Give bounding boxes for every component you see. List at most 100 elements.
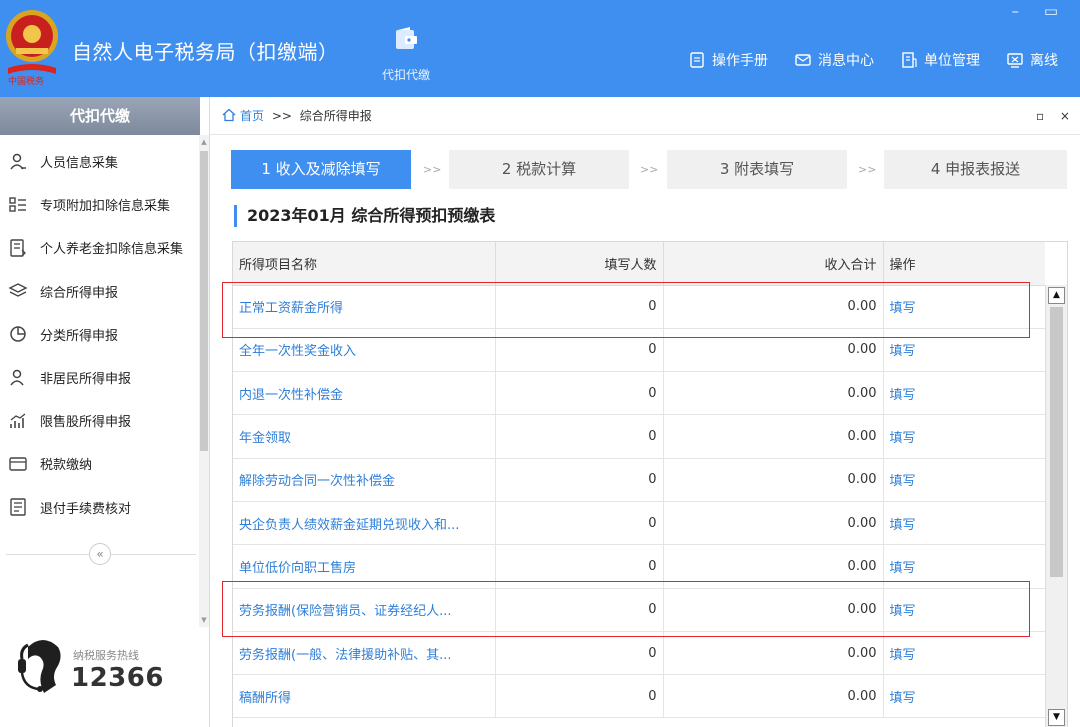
fill-button[interactable]: 填写 <box>883 328 1045 373</box>
scroll-up-icon[interactable]: ▲ <box>1048 287 1065 304</box>
unit-management-link[interactable]: 单位管理 <box>900 50 980 70</box>
income-item-name[interactable]: 劳务报酬(一般、法律援助补贴、其... <box>233 631 496 676</box>
scroll-up-icon[interactable]: ▲ <box>199 137 209 147</box>
sidebar-scrollbar[interactable]: ▲ ▼ <box>199 135 209 627</box>
fill-button[interactable]: 填写 <box>883 501 1045 546</box>
sidebar-item-label: 综合所得申报 <box>40 285 119 301</box>
fill-button[interactable]: 填写 <box>883 458 1045 502</box>
income-item-total: 0.00 <box>663 458 884 502</box>
sidebar-item-label: 专项附加扣除信息采集 <box>40 199 171 215</box>
sidebar-item-personnel-info[interactable]: 人员信息采集 <box>0 140 200 183</box>
table-scroll-thumb[interactable] <box>1050 307 1063 577</box>
sidebar-item-label: 税款缴纳 <box>40 458 93 474</box>
step-submit-report[interactable]: 4 申报表报送 <box>884 150 1067 189</box>
fill-button[interactable]: 填写 <box>883 588 1045 632</box>
sidebar-scroll-thumb[interactable] <box>200 151 208 451</box>
chart-icon <box>8 411 28 431</box>
sidebar-item-label: 非居民所得申报 <box>40 372 132 388</box>
breadcrumb-home[interactable]: 首页 <box>222 108 264 123</box>
income-item-total: 0.00 <box>663 588 884 632</box>
sidebar-item-refund-fee-check[interactable]: 退付手续费核对 <box>0 486 200 529</box>
check-doc-icon <box>8 497 28 517</box>
sidebar-item-classified-income[interactable]: 分类所得申报 <box>0 313 200 356</box>
income-item-count: 0 <box>495 458 664 502</box>
column-header-name: 所得项目名称 <box>233 242 496 286</box>
income-item-name[interactable]: 劳务报酬(保险营销员、证券经纪人... <box>233 588 496 632</box>
step-separator: >> <box>858 163 877 176</box>
step-indicator: 1 收入及减除填写 >> 2 税款计算 >> 3 附表填写 >> 4 申报表报送 <box>231 150 1067 190</box>
fill-button[interactable]: 填写 <box>883 631 1045 676</box>
income-item-count: 0 <box>495 328 664 373</box>
hotline-number: 12366 <box>71 663 164 693</box>
income-item-total: 0.00 <box>663 328 884 373</box>
sidebar-item-special-deduction[interactable]: 专项附加扣除信息采集 <box>0 183 200 226</box>
income-item-count: 0 <box>495 674 664 719</box>
sidebar-item-label: 限售股所得申报 <box>40 415 132 431</box>
collapse-sidebar-button[interactable]: « <box>89 543 111 565</box>
breadcrumb-current: 综合所得申报 <box>299 109 372 123</box>
income-item-name[interactable]: 稿酬所得 <box>233 674 496 719</box>
scroll-down-icon[interactable]: ▼ <box>1048 709 1065 726</box>
mail-icon <box>795 54 811 66</box>
income-item-name[interactable]: 内退一次性补偿金 <box>233 371 496 416</box>
tab-controls[interactable]: ▫ × <box>1036 97 1076 135</box>
main-content: 首页 >> 综合所得申报 ▫ × 1 收入及减除填写 >> 2 税款计算 >> … <box>210 97 1080 727</box>
manual-link[interactable]: 操作手册 <box>688 50 768 70</box>
table-row: 央企负责人绩效薪金延期兑现收入和... 0 0.00 填写 <box>233 501 1045 546</box>
income-item-name[interactable]: 解除劳动合同一次性补偿金 <box>233 458 496 502</box>
fill-button[interactable]: 填写 <box>883 674 1045 719</box>
table-row: 正常工资薪金所得 0 0.00 填写 <box>233 285 1045 329</box>
sidebar-item-pension-deduction[interactable]: 个人养老金扣除信息采集 <box>0 226 200 269</box>
headset-icon <box>18 640 61 693</box>
message-center-link[interactable]: 消息中心 <box>794 50 874 70</box>
svg-text:中国税务: 中国税务 <box>8 75 44 87</box>
offline-label: 离线 <box>1030 53 1058 69</box>
breadcrumb: 首页 >> 综合所得申报 ▫ × <box>210 97 1080 135</box>
window-controls[interactable]: – ▭ <box>1012 2 1068 20</box>
fill-button[interactable]: 填写 <box>883 414 1045 459</box>
sidebar-item-nonresident-income[interactable]: 非居民所得申报 <box>0 356 200 399</box>
income-item-name[interactable]: 单位低价向职工售房 <box>233 544 496 589</box>
income-table-container: 所得项目名称 填写人数 收入合计 操作 正常工资薪金所得 0 0.00 填写 全… <box>232 241 1068 727</box>
breadcrumb-separator: >> <box>271 109 292 123</box>
fill-button[interactable]: 填写 <box>883 285 1045 329</box>
income-item-name[interactable]: 全年一次性奖金收入 <box>233 328 496 373</box>
column-header-count: 填写人数 <box>495 242 664 286</box>
top-links: 操作手册 消息中心 单位管理 离线 <box>688 50 1058 70</box>
scroll-down-icon[interactable]: ▼ <box>199 615 209 625</box>
module-tab-withholding[interactable]: 代扣代缴 <box>366 26 446 83</box>
fill-button[interactable]: 填写 <box>883 544 1045 589</box>
income-item-count: 0 <box>495 371 664 416</box>
hotline-label: 纳税服务热线 <box>73 649 139 662</box>
sidebar-menu: 人员信息采集 专项附加扣除信息采集 个人养老金扣除信息采集 综合所得申报 分类所… <box>0 135 200 529</box>
offline-icon <box>1007 53 1023 68</box>
fill-button[interactable]: 填写 <box>883 371 1045 416</box>
pie-icon <box>8 324 28 344</box>
step-income-deduction[interactable]: 1 收入及减除填写 <box>231 150 411 189</box>
sidebar-item-restricted-stock[interactable]: 限售股所得申报 <box>0 399 200 442</box>
manual-icon <box>690 52 704 68</box>
building-icon <box>902 52 917 68</box>
income-item-count: 0 <box>495 285 664 329</box>
table-row: 劳务报酬(一般、法律援助补贴、其... 0 0.00 填写 <box>233 631 1045 676</box>
unit-management-label: 单位管理 <box>924 53 980 69</box>
income-item-total: 0.00 <box>663 414 884 459</box>
income-item-name[interactable]: 年金领取 <box>233 414 496 459</box>
offline-link[interactable]: 离线 <box>1006 50 1058 70</box>
income-item-name[interactable]: 正常工资薪金所得 <box>233 285 496 329</box>
income-item-name[interactable]: 央企负责人绩效薪金延期兑现收入和... <box>233 501 496 546</box>
table-scrollbar[interactable]: ▲ ▼ <box>1045 285 1067 727</box>
table-row: 年金领取 0 0.00 填写 <box>233 414 1045 459</box>
step-tax-calculation[interactable]: 2 税款计算 <box>449 150 629 189</box>
app-title: 自然人电子税务局（扣缴端） <box>72 40 339 64</box>
income-table: 所得项目名称 填写人数 收入合计 操作 正常工资薪金所得 0 0.00 填写 全… <box>233 242 1045 719</box>
income-item-total: 0.00 <box>663 631 884 676</box>
wallet-icon <box>8 454 28 474</box>
sidebar-item-tax-payment[interactable]: 税款缴纳 <box>0 442 200 485</box>
income-item-count: 0 <box>495 588 664 632</box>
table-header-row: 所得项目名称 填写人数 收入合计 操作 <box>233 242 1045 286</box>
step-attachment[interactable]: 3 附表填写 <box>667 150 847 189</box>
sidebar-item-comprehensive-income[interactable]: 综合所得申报 <box>0 270 200 313</box>
column-header-total: 收入合计 <box>663 242 884 286</box>
table-row: 解除劳动合同一次性补偿金 0 0.00 填写 <box>233 458 1045 502</box>
